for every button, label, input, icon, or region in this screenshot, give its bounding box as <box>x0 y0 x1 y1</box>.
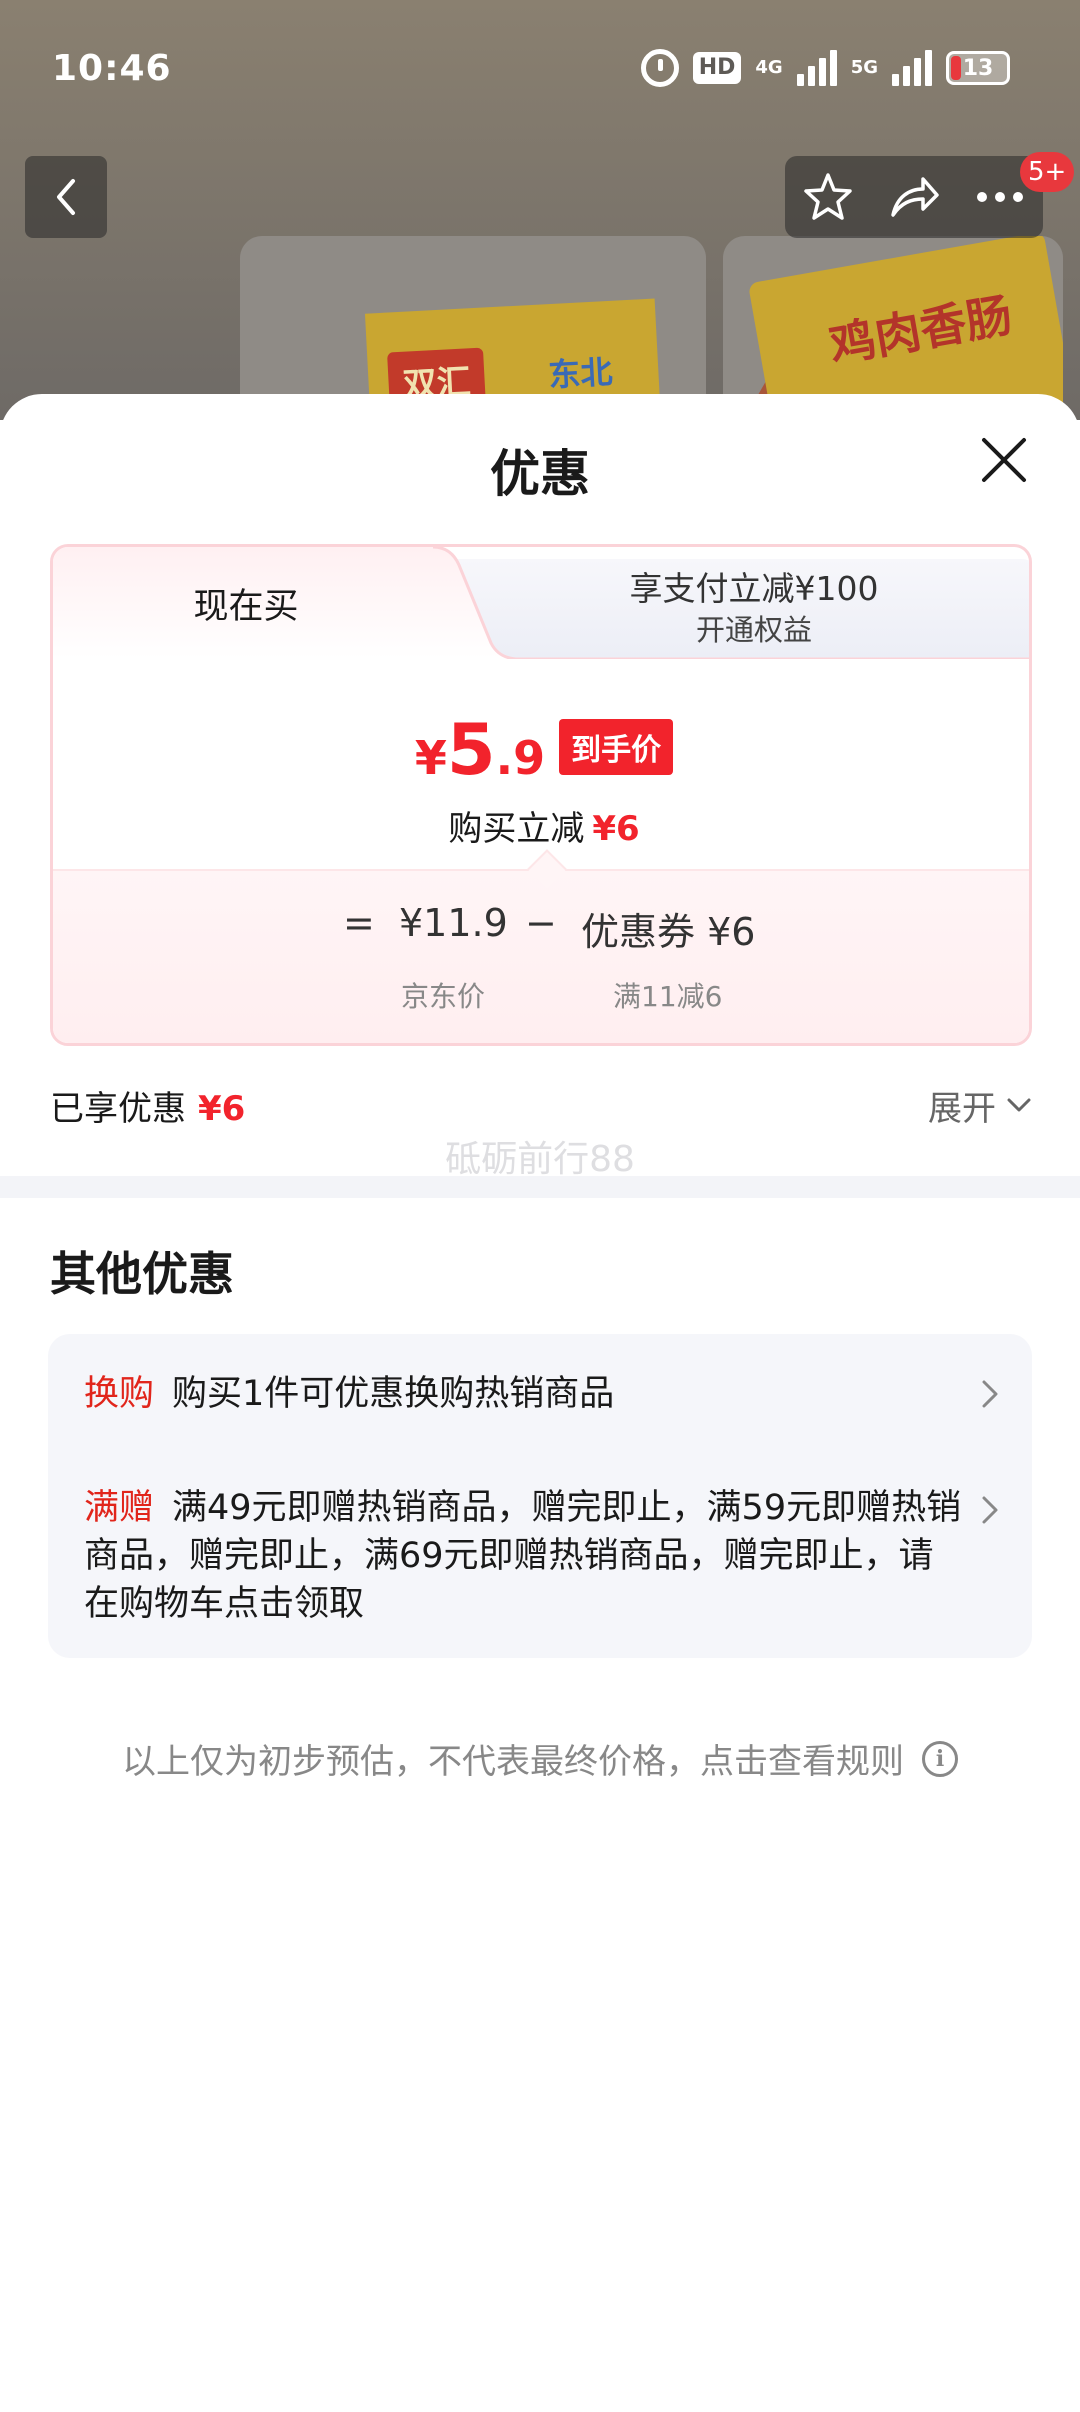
battery-icon: 13 <box>946 51 1010 85</box>
product-package: 鸡肉香肠 <box>747 236 1063 420</box>
promo-text: 满赠 满49元即赠热销商品，赠完即止，满59元即赠热销商品，赠完即止，满69元即赠… <box>84 1484 964 1628</box>
top-action-bar <box>785 156 1043 238</box>
price-tabs: 现在买 享支付立减¥100 开通权益 <box>53 547 1029 659</box>
enjoyed-amount: ¥6 <box>198 1088 246 1129</box>
price-card: 现在买 享支付立减¥100 开通权益 ¥ 5 .9 到手价 购买立减 ¥6 = ¥… <box>50 544 1032 1046</box>
chevron-right-icon[interactable] <box>978 1492 1002 1528</box>
hd-voice-icon: HD <box>692 52 742 84</box>
cart-count-badge: 5+ <box>1020 152 1075 192</box>
final-price-tag: 到手价 <box>559 719 674 775</box>
section-divider <box>0 1176 1080 1198</box>
discount-bottom-sheet: 优惠 现在买 享支付立减¥100 开通权益 ¥ 5 .9 到手价 购买立减 ¥6… <box>0 394 1080 2412</box>
sheet-title: 优惠 <box>490 445 590 503</box>
more-dots-icon[interactable] <box>974 189 1026 205</box>
formula-base-price: ¥11.9 <box>399 901 508 945</box>
product-image-1: 双汇 东北 <box>240 236 706 420</box>
status-bar: 10:46 HD 4G 5G 13 <box>0 0 1080 140</box>
signal-bars-icon <box>892 50 932 86</box>
chevron-down-icon <box>1007 1098 1031 1112</box>
final-price-area: ¥ 5 .9 到手价 购买立减 ¥6 <box>53 659 1029 869</box>
purchase-reduction: 购买立减 ¥6 <box>53 801 1029 850</box>
formula-base-label: 京东价 <box>401 980 486 1013</box>
tab-pay-discount-title: 享支付立减¥100 <box>629 569 879 608</box>
share-icon[interactable] <box>887 171 941 223</box>
enjoyed-discount-row: 已享优惠 ¥6 展开 <box>50 1080 1032 1130</box>
enjoyed-discount: 已享优惠 ¥6 <box>50 1081 245 1130</box>
status-icons: HD 4G 5G 13 <box>640 46 1010 90</box>
promo-item-exchange[interactable]: 换购 购买1件可优惠换购热销商品 <box>84 1370 984 1418</box>
price-currency: ¥ <box>414 731 447 785</box>
signal-bars-icon <box>796 50 837 86</box>
promo-label: 满赠 <box>84 1488 155 1528</box>
formula-minus: − <box>525 901 557 945</box>
promo-text: 换购 购买1件可优惠换购热销商品 <box>84 1370 984 1418</box>
package-title: 鸡肉香肠 <box>825 287 1016 373</box>
battery-level-fill <box>951 56 961 80</box>
close-icon[interactable] <box>976 432 1032 488</box>
package-brand-text: 东北 <box>547 352 614 395</box>
promo-description: 满49元即赠热销商品，赠完即止，满59元即赠热销商品，赠完即止，满69元即赠热销… <box>84 1488 962 1624</box>
promo-description: 购买1件可优惠换购热销商品 <box>172 1374 615 1414</box>
other-discounts-title: 其他优惠 <box>50 1247 234 1301</box>
price-decimal: .9 <box>495 731 546 785</box>
tab-pay-discount[interactable]: 享支付立减¥100 开通权益 <box>473 559 1029 659</box>
reduction-label: 购买立减 <box>448 809 585 849</box>
expand-button[interactable]: 展开 <box>928 1081 1032 1130</box>
price-formula: = ¥11.9 − 优惠券 ¥6 京东价 满11减6 <box>53 849 1029 1043</box>
product-image-2: 鸡肉香肠 <box>723 236 1063 420</box>
tab-pay-discount-subtitle: 开通权益 <box>695 613 812 647</box>
footnote-text: 以上仅为初步预估，不代表最终价格，点击查看规则 <box>122 1742 904 1782</box>
favorite-star-icon[interactable] <box>802 171 854 223</box>
formula-coupon: 优惠券 ¥6 <box>581 910 756 954</box>
watermark: 砥砺前行88 <box>445 1139 635 1180</box>
price-integer: 5 <box>446 709 496 791</box>
alarm-icon <box>640 49 679 87</box>
promo-label: 换购 <box>84 1374 155 1414</box>
chevron-left-icon <box>57 179 75 215</box>
formula-coupon-label: 满11减6 <box>613 980 723 1013</box>
promo-item-gift[interactable]: 满赠 满49元即赠热销商品，赠完即止，满59元即赠热销商品，赠完即止，满69元即赠… <box>84 1484 964 1628</box>
other-discounts-list: 换购 购买1件可优惠换购热销商品 满赠 满49元即赠热销商品，赠完即止，满59元即赠… <box>48 1334 1032 1658</box>
network-4g-label: 4G <box>755 57 783 78</box>
info-icon[interactable]: i <box>922 1740 958 1777</box>
network-5g-label: 5G <box>850 57 878 78</box>
back-button[interactable] <box>25 156 107 238</box>
hd-label: HD <box>698 55 736 80</box>
tab-buy-now[interactable]: 现在买 <box>53 547 499 659</box>
final-price: ¥ 5 .9 到手价 <box>53 709 1029 791</box>
status-time: 10:46 <box>52 48 172 89</box>
formula-equals: = <box>343 901 375 945</box>
enjoyed-label: 已享优惠 <box>50 1088 186 1129</box>
reduction-amount: ¥6 <box>592 809 640 849</box>
battery-percent: 13 <box>962 55 994 81</box>
expand-label: 展开 <box>928 1088 996 1129</box>
background-product-page: 双汇 东北 鸡肉香肠 10:46 HD 4G 5G 13 5+ <box>0 0 1080 420</box>
chevron-right-icon[interactable] <box>978 1376 1002 1412</box>
rules-footnote[interactable]: 以上仅为初步预估，不代表最终价格，点击查看规则 i <box>0 1734 1080 1783</box>
